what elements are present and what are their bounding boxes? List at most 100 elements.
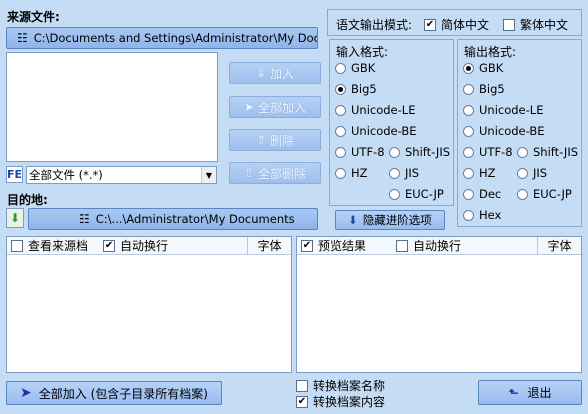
convert-content-label: 转换档案内容 bbox=[313, 395, 386, 409]
radio-dot bbox=[463, 125, 474, 137]
radio-dot bbox=[463, 83, 474, 95]
radio-dot bbox=[517, 167, 528, 179]
radio-label: Big5 bbox=[351, 82, 377, 96]
down-arrow-icon[interactable]: ⬇ bbox=[6, 208, 24, 228]
file-filter-value: 全部文件 (*.*) bbox=[29, 168, 103, 182]
destination-path-button[interactable]: ☷ C:\...\Administrator\My Documents bbox=[28, 208, 318, 230]
input-format-title: 输入格式: bbox=[336, 45, 389, 59]
radio-dot bbox=[335, 125, 346, 137]
arrow-down-icon: ⬇ bbox=[348, 213, 358, 227]
radio-dot bbox=[517, 188, 528, 200]
input-radio-unicode-be[interactable]: Unicode-BE bbox=[335, 124, 417, 138]
remove-button[interactable]: ⇑ 删除 bbox=[229, 129, 321, 151]
radio-dot bbox=[335, 146, 346, 158]
convert-content-checkbox[interactable]: ✔ 转换档案内容 bbox=[296, 393, 385, 410]
input-radio-gbk[interactable]: GBK bbox=[335, 61, 375, 75]
output-radio-big5[interactable]: Big5 bbox=[463, 82, 505, 96]
output-radio-unicode-le[interactable]: Unicode-LE bbox=[463, 103, 543, 117]
radio-label: HZ bbox=[351, 166, 368, 180]
input-radio-jis[interactable]: JIS bbox=[389, 166, 419, 180]
source-text-panel[interactable]: 查看来源档 ✔ 自动换行 字体 bbox=[6, 236, 292, 373]
exit-button[interactable]: ⬑ 退出 bbox=[478, 380, 582, 405]
radio-label: Unicode-BE bbox=[479, 124, 545, 138]
preview-label: 预览结果 bbox=[318, 239, 367, 253]
radio-dot-selected bbox=[463, 62, 474, 74]
preview-checkbox[interactable]: ✔ 预览结果 bbox=[301, 237, 366, 254]
chevron-down-icon[interactable]: ▼ bbox=[201, 167, 216, 183]
checkmark-icon: ✔ bbox=[424, 18, 436, 31]
preview-font-button[interactable]: 字体 bbox=[537, 237, 581, 254]
arrow-right-icon: ➤ bbox=[243, 100, 255, 114]
radio-dot bbox=[389, 167, 400, 179]
file-filter-select[interactable]: 全部文件 (*.*) ▼ bbox=[26, 166, 217, 184]
output-radio-utf8[interactable]: UTF-8 bbox=[463, 145, 513, 159]
source-file-list[interactable] bbox=[6, 52, 218, 162]
input-radio-unicode-le[interactable]: Unicode-LE bbox=[335, 103, 415, 117]
output-radio-gbk[interactable]: GBK bbox=[463, 61, 503, 75]
checkmark-icon: ✔ bbox=[103, 239, 116, 252]
arrow-up-icon: ⇧ bbox=[243, 166, 255, 180]
output-radio-dec[interactable]: Dec bbox=[463, 187, 501, 201]
output-radio-euc-jp[interactable]: EUC-JP bbox=[517, 187, 572, 201]
folder-tree-icon: ☷ bbox=[17, 31, 28, 45]
radio-label: Unicode-LE bbox=[351, 103, 416, 117]
radio-dot bbox=[463, 188, 474, 200]
source-auto-wrap-checkbox[interactable]: ✔ 自动换行 bbox=[103, 237, 168, 254]
radio-label: Shift-JIS bbox=[533, 145, 579, 159]
output-radio-unicode-be[interactable]: Unicode-BE bbox=[463, 124, 545, 138]
add-all-subdirs-button[interactable]: ➤ 全部加入 (包含子目录所有档案) bbox=[6, 381, 222, 405]
empty-checkbox bbox=[296, 379, 308, 392]
radio-dot bbox=[463, 167, 474, 179]
radio-label: UTF-8 bbox=[479, 145, 513, 159]
radio-dot bbox=[389, 188, 400, 200]
input-radio-shift-jis[interactable]: Shift-JIS bbox=[389, 145, 450, 159]
remove-all-button[interactable]: ⇧ 全部删除 bbox=[229, 162, 321, 184]
destination-label: 目的地: bbox=[7, 193, 48, 207]
traditional-checkbox[interactable]: 繁体中文 bbox=[503, 16, 568, 33]
output-radio-hex[interactable]: Hex bbox=[463, 208, 501, 222]
preview-text-panel[interactable]: ✔ 预览结果 自动换行 字体 bbox=[296, 236, 582, 373]
empty-checkbox bbox=[503, 18, 515, 31]
source-path-button[interactable]: ☷ C:\Documents and Settings\Administrato… bbox=[6, 27, 318, 49]
radio-label: JIS bbox=[533, 166, 548, 180]
output-format-title: 输出格式: bbox=[464, 45, 517, 59]
source-label: 来源文件: bbox=[7, 10, 60, 24]
input-radio-big5[interactable]: Big5 bbox=[335, 82, 377, 96]
radio-label: HZ bbox=[479, 166, 496, 180]
radio-dot-selected bbox=[335, 83, 346, 95]
output-radio-hz[interactable]: HZ bbox=[463, 166, 496, 180]
hide-advanced-button[interactable]: ⬇ 隐藏进阶选项 bbox=[335, 210, 445, 230]
exit-label: 退出 bbox=[527, 386, 552, 400]
add-all-button[interactable]: ➤ 全部加入 bbox=[229, 96, 321, 118]
view-source-label: 查看来源档 bbox=[28, 239, 89, 253]
input-radio-hz[interactable]: HZ bbox=[335, 166, 368, 180]
fe-badge[interactable]: FE bbox=[6, 166, 23, 183]
output-mode-label: 语文输出模式: bbox=[336, 18, 413, 32]
add-all-button-label: 全部加入 bbox=[258, 100, 307, 115]
radio-label: Unicode-LE bbox=[479, 103, 544, 117]
radio-label: EUC-JP bbox=[405, 187, 444, 201]
add-button[interactable]: ⇓ 加入 bbox=[229, 62, 321, 84]
view-source-checkbox[interactable]: 查看来源档 bbox=[11, 237, 88, 254]
radio-dot bbox=[335, 104, 346, 116]
exit-arrow-icon: ⬑ bbox=[508, 385, 519, 400]
input-radio-euc-jp[interactable]: EUC-JP bbox=[389, 187, 444, 201]
output-radio-shift-jis[interactable]: Shift-JIS bbox=[517, 145, 578, 159]
input-radio-utf8[interactable]: UTF-8 bbox=[335, 145, 385, 159]
radio-label: UTF-8 bbox=[351, 145, 385, 159]
radio-label: Shift-JIS bbox=[405, 145, 451, 159]
traditional-label: 繁体中文 bbox=[520, 18, 569, 32]
radio-dot bbox=[335, 62, 346, 74]
output-radio-jis[interactable]: JIS bbox=[517, 166, 547, 180]
empty-checkbox bbox=[11, 239, 23, 252]
radio-label: Big5 bbox=[479, 82, 505, 96]
radio-dot bbox=[335, 167, 346, 179]
radio-label: GBK bbox=[479, 61, 504, 75]
radio-label: GBK bbox=[351, 61, 376, 75]
convert-name-checkbox[interactable]: 转换档案名称 bbox=[296, 377, 385, 394]
simplified-checkbox[interactable]: ✔ 简体中文 bbox=[424, 16, 489, 33]
preview-auto-wrap-checkbox[interactable]: 自动换行 bbox=[396, 237, 461, 254]
remove-button-label: 删除 bbox=[270, 133, 295, 148]
radio-label: EUC-JP bbox=[533, 187, 572, 201]
source-font-button[interactable]: 字体 bbox=[247, 237, 291, 254]
